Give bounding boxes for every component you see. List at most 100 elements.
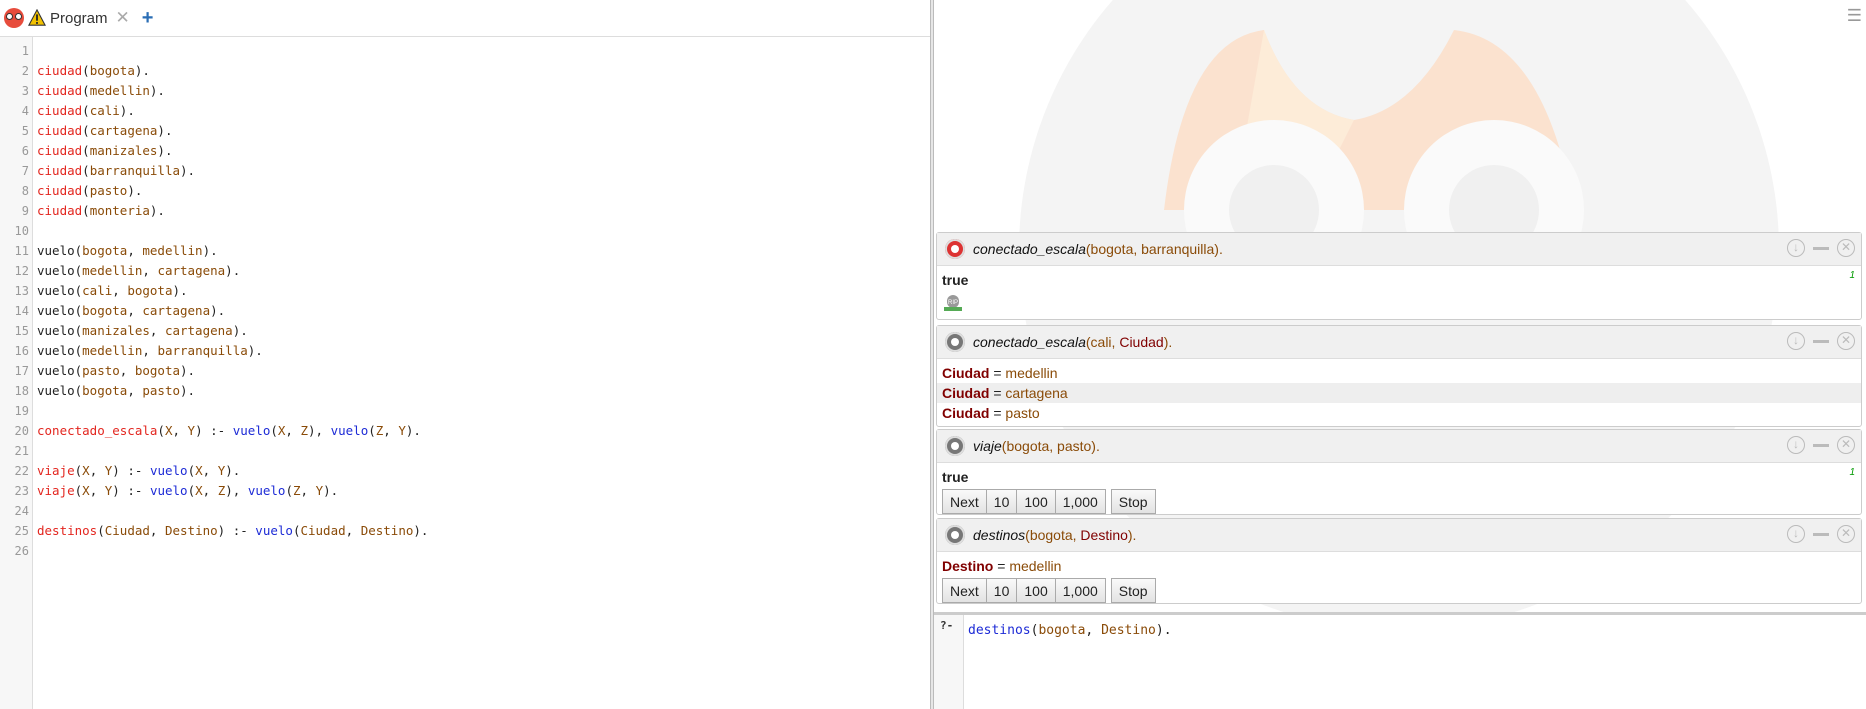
next-1000-button[interactable]: 1,000 bbox=[1055, 578, 1106, 603]
code-token: ( bbox=[82, 203, 90, 218]
code-token: vuelo bbox=[255, 523, 293, 538]
line-number: 7 bbox=[21, 164, 29, 178]
code-token: vuelo( bbox=[37, 303, 83, 318]
stop-button[interactable]: Stop bbox=[1110, 489, 1156, 514]
code-token: bogota bbox=[82, 383, 128, 398]
code-token: ( bbox=[187, 463, 196, 478]
next-10-button[interactable]: 10 bbox=[986, 489, 1018, 514]
gear-icon[interactable] bbox=[945, 332, 965, 352]
close-icon[interactable]: ✕ bbox=[1837, 436, 1855, 454]
results-background: ☰ conectado_escala(bogota, barranquilla)… bbox=[934, 0, 1866, 612]
menu-icon[interactable]: ☰ bbox=[1847, 6, 1862, 26]
code-area[interactable]: 1 2 ciudad(bogota). 3 ciudad(medellin). 4 ciud… bbox=[0, 41, 930, 561]
code-token: cartagena bbox=[142, 303, 211, 318]
code-line[interactable]: 24 bbox=[0, 501, 930, 521]
download-icon[interactable]: ↓ bbox=[1787, 239, 1805, 257]
code-line[interactable]: 7 ciudad(barranquilla). bbox=[0, 161, 930, 181]
code-token: pasto bbox=[82, 363, 120, 378]
code-line[interactable]: 9 ciudad(monteria). bbox=[0, 201, 930, 221]
close-icon[interactable]: ✕ bbox=[1837, 239, 1855, 257]
answer-controls: ↓ ✕ bbox=[1787, 436, 1855, 454]
code-line[interactable]: 23 viaje(X, Y) :- vuelo(X, Z), vuelo(Z, Y… bbox=[0, 481, 930, 501]
code-token: ). bbox=[157, 143, 173, 158]
code-line[interactable]: 19 bbox=[0, 401, 930, 421]
add-tab-icon[interactable]: + bbox=[142, 7, 154, 30]
code-line[interactable]: 12 vuelo(medellin, cartagena). bbox=[0, 261, 930, 281]
code-line[interactable]: 15 vuelo(manizales, cartagena). bbox=[0, 321, 930, 341]
code-text: viaje(X, Y) :- vuelo(X, Z), vuelo(Z, Y). bbox=[37, 481, 338, 501]
code-token: , bbox=[149, 323, 165, 338]
tab-bar: Program ✕ + bbox=[0, 0, 930, 37]
stop-button[interactable]: Stop bbox=[1110, 578, 1156, 603]
line-number: 20 bbox=[14, 424, 29, 438]
next-100-button[interactable]: 100 bbox=[1017, 489, 1056, 514]
minimize-icon[interactable] bbox=[1813, 339, 1829, 343]
download-icon[interactable]: ↓ bbox=[1787, 332, 1805, 350]
code-line[interactable]: 16 vuelo(medellin, barranquilla). bbox=[0, 341, 930, 361]
close-tab-icon[interactable]: ✕ bbox=[116, 8, 130, 28]
code-line[interactable]: 20 conectado_escala(X, Y) :- vuelo(X, Z),… bbox=[0, 421, 930, 441]
next-100-button[interactable]: 100 bbox=[1017, 578, 1056, 603]
code-token: Destino bbox=[360, 523, 414, 538]
next-button[interactable]: Next bbox=[942, 489, 987, 514]
next-1000-button[interactable]: 1,000 bbox=[1055, 489, 1106, 514]
code-text: ciudad(cartagena). bbox=[37, 121, 172, 141]
line-number: 2 bbox=[21, 64, 29, 78]
code-line[interactable]: 25 destinos(Ciudad, Destino) :- vuelo(Ciu… bbox=[0, 521, 930, 541]
code-line[interactable]: 18 vuelo(bogota, pasto). bbox=[0, 381, 930, 401]
code-line[interactable]: 26 bbox=[0, 541, 930, 561]
next-10-button[interactable]: 10 bbox=[986, 578, 1018, 603]
code-token: vuelo( bbox=[37, 343, 83, 358]
code-line[interactable]: 14 vuelo(bogota, cartagena). bbox=[0, 301, 930, 321]
line-number: 4 bbox=[21, 104, 29, 118]
code-token: , bbox=[112, 283, 128, 298]
minimize-icon[interactable] bbox=[1813, 246, 1829, 250]
gear-icon[interactable] bbox=[945, 239, 965, 259]
minimize-icon[interactable] bbox=[1813, 532, 1829, 536]
code-token: ( bbox=[82, 63, 90, 78]
code-line[interactable]: 6 ciudad(manizales). bbox=[0, 141, 930, 161]
minimize-icon[interactable] bbox=[1813, 443, 1829, 447]
code-line[interactable]: 11 vuelo(bogota, medellin). bbox=[0, 241, 930, 261]
close-icon[interactable]: ✕ bbox=[1837, 525, 1855, 543]
close-icon[interactable]: ✕ bbox=[1837, 332, 1855, 350]
code-token: ( bbox=[82, 183, 90, 198]
code-line[interactable]: 5 ciudad(cartagena). bbox=[0, 121, 930, 141]
code-line[interactable]: 10 bbox=[0, 221, 930, 241]
code-line[interactable]: 2 ciudad(bogota). bbox=[0, 61, 930, 81]
code-token: , bbox=[127, 303, 143, 318]
code-line[interactable]: 13 vuelo(cali, bogota). bbox=[0, 281, 930, 301]
tab-program[interactable]: Program ✕ + bbox=[0, 0, 153, 36]
code-token: ). bbox=[413, 523, 429, 538]
code-line[interactable]: 3 ciudad(medellin). bbox=[0, 81, 930, 101]
code-line[interactable]: 17 vuelo(pasto, bogota). bbox=[0, 361, 930, 381]
code-token: ). bbox=[180, 363, 196, 378]
tombstone-icon: RIP bbox=[944, 295, 962, 311]
gear-icon[interactable] bbox=[945, 525, 965, 545]
code-token: cartagena bbox=[157, 263, 226, 278]
download-icon[interactable]: ↓ bbox=[1787, 525, 1805, 543]
query-input[interactable]: destinos(bogota, Destino). bbox=[968, 623, 1172, 638]
next-button[interactable]: Next bbox=[942, 578, 987, 603]
code-token: ). bbox=[180, 163, 196, 178]
code-line[interactable]: 21 bbox=[0, 441, 930, 461]
code-line[interactable]: 8 ciudad(pasto). bbox=[0, 181, 930, 201]
answer-query-header: destinos(bogota, Destino). ↓ ✕ bbox=[937, 519, 1861, 552]
code-token: ). bbox=[225, 263, 241, 278]
code-token: ( bbox=[368, 423, 376, 438]
gear-icon[interactable] bbox=[945, 436, 965, 456]
code-token: Y bbox=[187, 423, 196, 438]
query-prompt: ?- bbox=[934, 615, 964, 709]
code-token: X bbox=[82, 483, 90, 498]
code-line[interactable]: 4 ciudad(cali). bbox=[0, 101, 930, 121]
code-token: ( bbox=[157, 423, 165, 438]
code-token: vuelo( bbox=[37, 383, 83, 398]
answer-block: destinos(bogota, Destino). ↓ ✕ Destino =… bbox=[936, 518, 1862, 604]
answer-true: true bbox=[942, 272, 969, 288]
code-token: , bbox=[202, 463, 218, 478]
download-icon[interactable]: ↓ bbox=[1787, 436, 1805, 454]
code-line[interactable]: 1 bbox=[0, 41, 930, 61]
code-token: vuelo bbox=[330, 423, 369, 438]
code-token: ) :- bbox=[112, 463, 150, 478]
code-line[interactable]: 22 viaje(X, Y) :- vuelo(X, Y). bbox=[0, 461, 930, 481]
